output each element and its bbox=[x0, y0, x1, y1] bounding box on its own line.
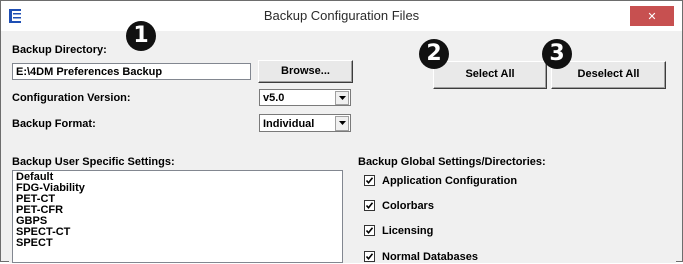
browse-button[interactable]: Browse... bbox=[258, 60, 353, 83]
user-settings-label: Backup User Specific Settings: bbox=[12, 156, 175, 168]
close-button[interactable]: ✕ bbox=[630, 6, 674, 26]
list-item[interactable]: SPECT bbox=[13, 238, 342, 249]
checkbox-checked-icon[interactable] bbox=[364, 225, 375, 236]
list-item[interactable]: SPECT-CT bbox=[13, 227, 342, 238]
configuration-version-label: Configuration Version: bbox=[12, 92, 131, 104]
select-all-button[interactable]: Select All bbox=[433, 61, 547, 89]
callout-badge-2: 2 bbox=[419, 39, 449, 69]
backup-format-value: Individual bbox=[263, 118, 315, 130]
checkbox-checked-icon[interactable] bbox=[364, 251, 375, 262]
configuration-version-value: v5.0 bbox=[263, 92, 285, 104]
configuration-version-select[interactable]: v5.0 bbox=[259, 89, 351, 106]
checkbox-checked-icon[interactable] bbox=[364, 200, 375, 211]
backup-format-label: Backup Format: bbox=[12, 118, 96, 130]
checkbox-label: Colorbars bbox=[382, 200, 434, 212]
close-icon: ✕ bbox=[647, 10, 657, 23]
checkbox-label: Licensing bbox=[382, 225, 434, 237]
backup-directory-field[interactable]: E:\4DM Preferences Backup bbox=[12, 63, 251, 80]
checkbox-checked-icon[interactable] bbox=[364, 175, 375, 186]
list-item[interactable]: PET-CFR bbox=[13, 205, 342, 216]
backup-format-select[interactable]: Individual bbox=[259, 114, 351, 132]
window-title: Backup Configuration Files bbox=[263, 8, 420, 23]
chevron-down-icon[interactable] bbox=[335, 91, 349, 105]
callout-badge-1: 1 bbox=[126, 21, 156, 51]
user-settings-listbox[interactable]: Default FDG-Viability PET-CT PET-CFR GBP… bbox=[12, 170, 343, 263]
title-bar[interactable]: Backup Configuration Files ✕ bbox=[1, 1, 682, 31]
chevron-down-icon[interactable] bbox=[335, 116, 349, 131]
backup-directory-label: Backup Directory: bbox=[12, 44, 107, 56]
global-settings-label: Backup Global Settings/Directories: bbox=[358, 156, 546, 168]
callout-badge-3: 3 bbox=[542, 39, 572, 69]
checkbox-label: Application Configuration bbox=[382, 175, 518, 187]
deselect-all-button[interactable]: Deselect All bbox=[551, 61, 666, 89]
backup-configuration-window: Backup Configuration Files ✕ Backup Dire… bbox=[0, 0, 683, 263]
list-item[interactable]: FDG-Viability bbox=[13, 183, 342, 194]
dialog-body: Backup Directory: E:\4DM Preferences Bac… bbox=[9, 31, 676, 263]
